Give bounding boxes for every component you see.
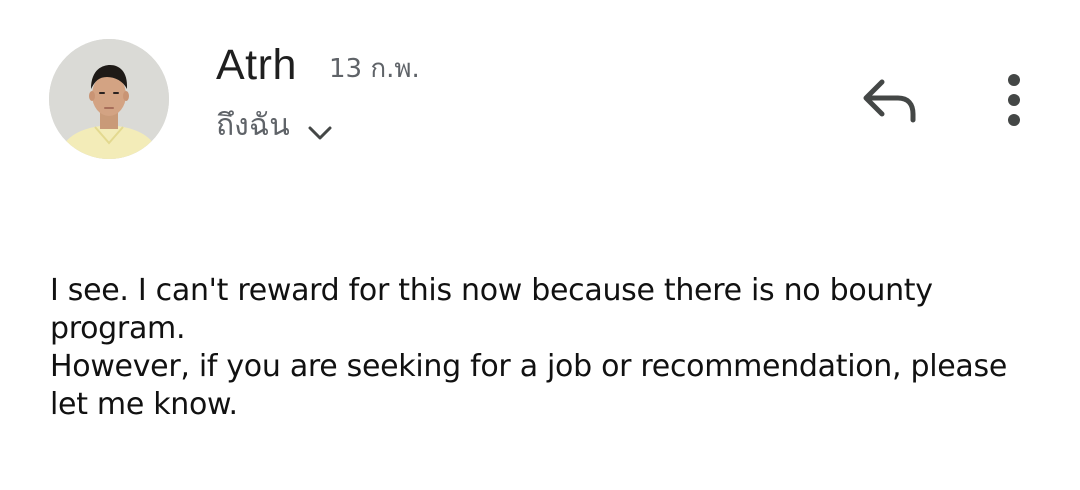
message-paragraph: However, if you are seeking for a job or…	[50, 349, 1007, 422]
reply-button[interactable]	[852, 68, 924, 132]
reply-icon	[863, 79, 916, 123]
sender-name: Atrh	[216, 41, 297, 89]
recipient-label: ถึงฉัน	[216, 108, 290, 143]
recipient-details-toggle[interactable]: ถึงฉัน	[216, 104, 334, 148]
message-body: I see. I can't reward for this now becau…	[50, 272, 1030, 424]
message-header: Atrh 13 ก.พ. ถึงฉัน	[0, 0, 1080, 180]
avatar-photo	[49, 39, 169, 159]
avatar[interactable]	[49, 39, 169, 159]
more-options-button[interactable]	[994, 68, 1034, 132]
chevron-down-icon	[308, 126, 332, 140]
sent-date: 13 ก.พ.	[329, 54, 420, 84]
message-paragraph: I see. I can't reward for this now becau…	[50, 273, 933, 346]
more-vert-icon	[1008, 74, 1020, 126]
